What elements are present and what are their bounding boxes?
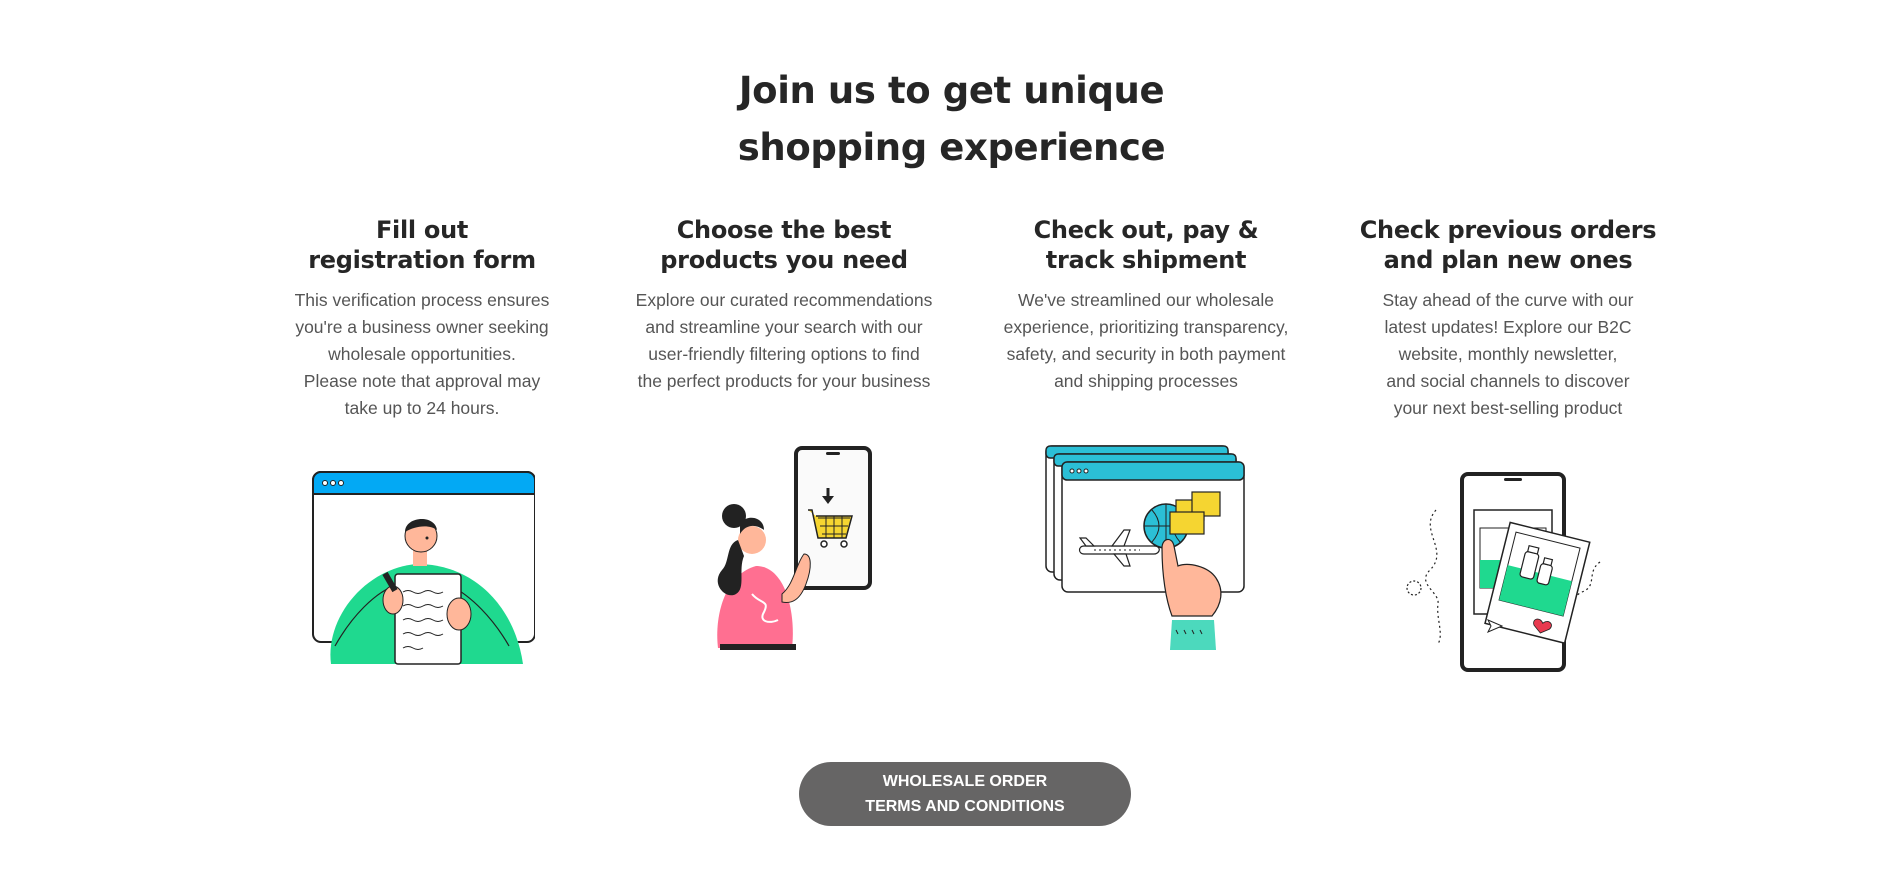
step-heading-line: registration form: [308, 246, 536, 274]
step-description-line: This verification process ensures: [294, 290, 550, 310]
step-heading-line: track shipment: [1045, 246, 1247, 274]
step-description-line: Explore our curated recommendations: [635, 290, 933, 310]
step-description-line: wholesale opportunities.: [328, 344, 516, 364]
order-history-illustration: [1406, 472, 1601, 672]
step-heading-line: and plan new ones: [1383, 246, 1633, 274]
shipment-tracking-illustration: [1045, 445, 1245, 650]
page-title-line-2: shopping experience: [737, 126, 1166, 169]
step-description-line: your next best-selling product: [1393, 398, 1623, 418]
step-description-line: you're a business owner seeking: [295, 317, 549, 337]
step-description-line: take up to 24 hours.: [344, 398, 500, 418]
step-description-line: website, monthly newsletter,: [1398, 344, 1618, 364]
step-description-line: latest updates! Explore our B2C: [1384, 317, 1632, 337]
wholesale-terms-button-line-2: TERMS AND CONDITIONS: [865, 798, 1065, 815]
step-heading-line: Check out, pay &: [1033, 216, 1259, 244]
step-description: Explore our curated recommendations and …: [624, 287, 944, 395]
step-heading: Check out, pay & track shipment: [986, 215, 1306, 275]
step-description-line: and shipping processes: [1054, 371, 1238, 391]
step-description-line: experience, prioritizing transparency,: [1003, 317, 1289, 337]
step-description-line: the perfect products for your business: [637, 371, 931, 391]
step-description-line: We've streamlined our wholesale: [1018, 290, 1274, 310]
step-heading-line: Choose the best: [676, 216, 892, 244]
page-title: Join us to get unique shopping experienc…: [0, 62, 1903, 176]
step-checkout: Check out, pay & track shipment We've st…: [986, 215, 1306, 395]
registration-form-illustration: [312, 471, 535, 665]
step-heading: Fill out registration form: [262, 215, 582, 275]
step-heading-line: Check previous orders: [1359, 216, 1657, 244]
step-previous-orders: Check previous orders and plan new ones …: [1348, 215, 1668, 422]
step-registration: Fill out registration form This verifica…: [262, 215, 582, 422]
step-heading-line: products you need: [660, 246, 908, 274]
wholesale-terms-button[interactable]: WHOLESALE ORDER TERMS AND CONDITIONS: [799, 762, 1131, 826]
step-heading: Check previous orders and plan new ones: [1348, 215, 1668, 275]
step-description: Stay ahead of the curve with our latest …: [1348, 287, 1668, 422]
product-selection-illustration: [717, 446, 872, 650]
step-description-line: user-friendly filtering options to find: [648, 344, 920, 364]
step-description: We've streamlined our wholesale experien…: [986, 287, 1306, 395]
step-heading: Choose the best products you need: [624, 215, 944, 275]
step-description: This verification process ensures you're…: [262, 287, 582, 422]
step-description-line: and social channels to discover: [1386, 371, 1630, 391]
step-heading-line: Fill out: [375, 216, 469, 244]
step-choose-products: Choose the best products you need Explor…: [624, 215, 944, 395]
step-description-line: safety, and security in both payment: [1006, 344, 1286, 364]
wholesale-terms-button-line-1: WHOLESALE ORDER: [882, 773, 1048, 790]
step-description-line: Stay ahead of the curve with our: [1382, 290, 1634, 310]
step-description-line: and streamline your search with our: [645, 317, 923, 337]
step-description-line: Please note that approval may: [303, 371, 541, 391]
page-title-line-1: Join us to get unique: [738, 69, 1165, 112]
